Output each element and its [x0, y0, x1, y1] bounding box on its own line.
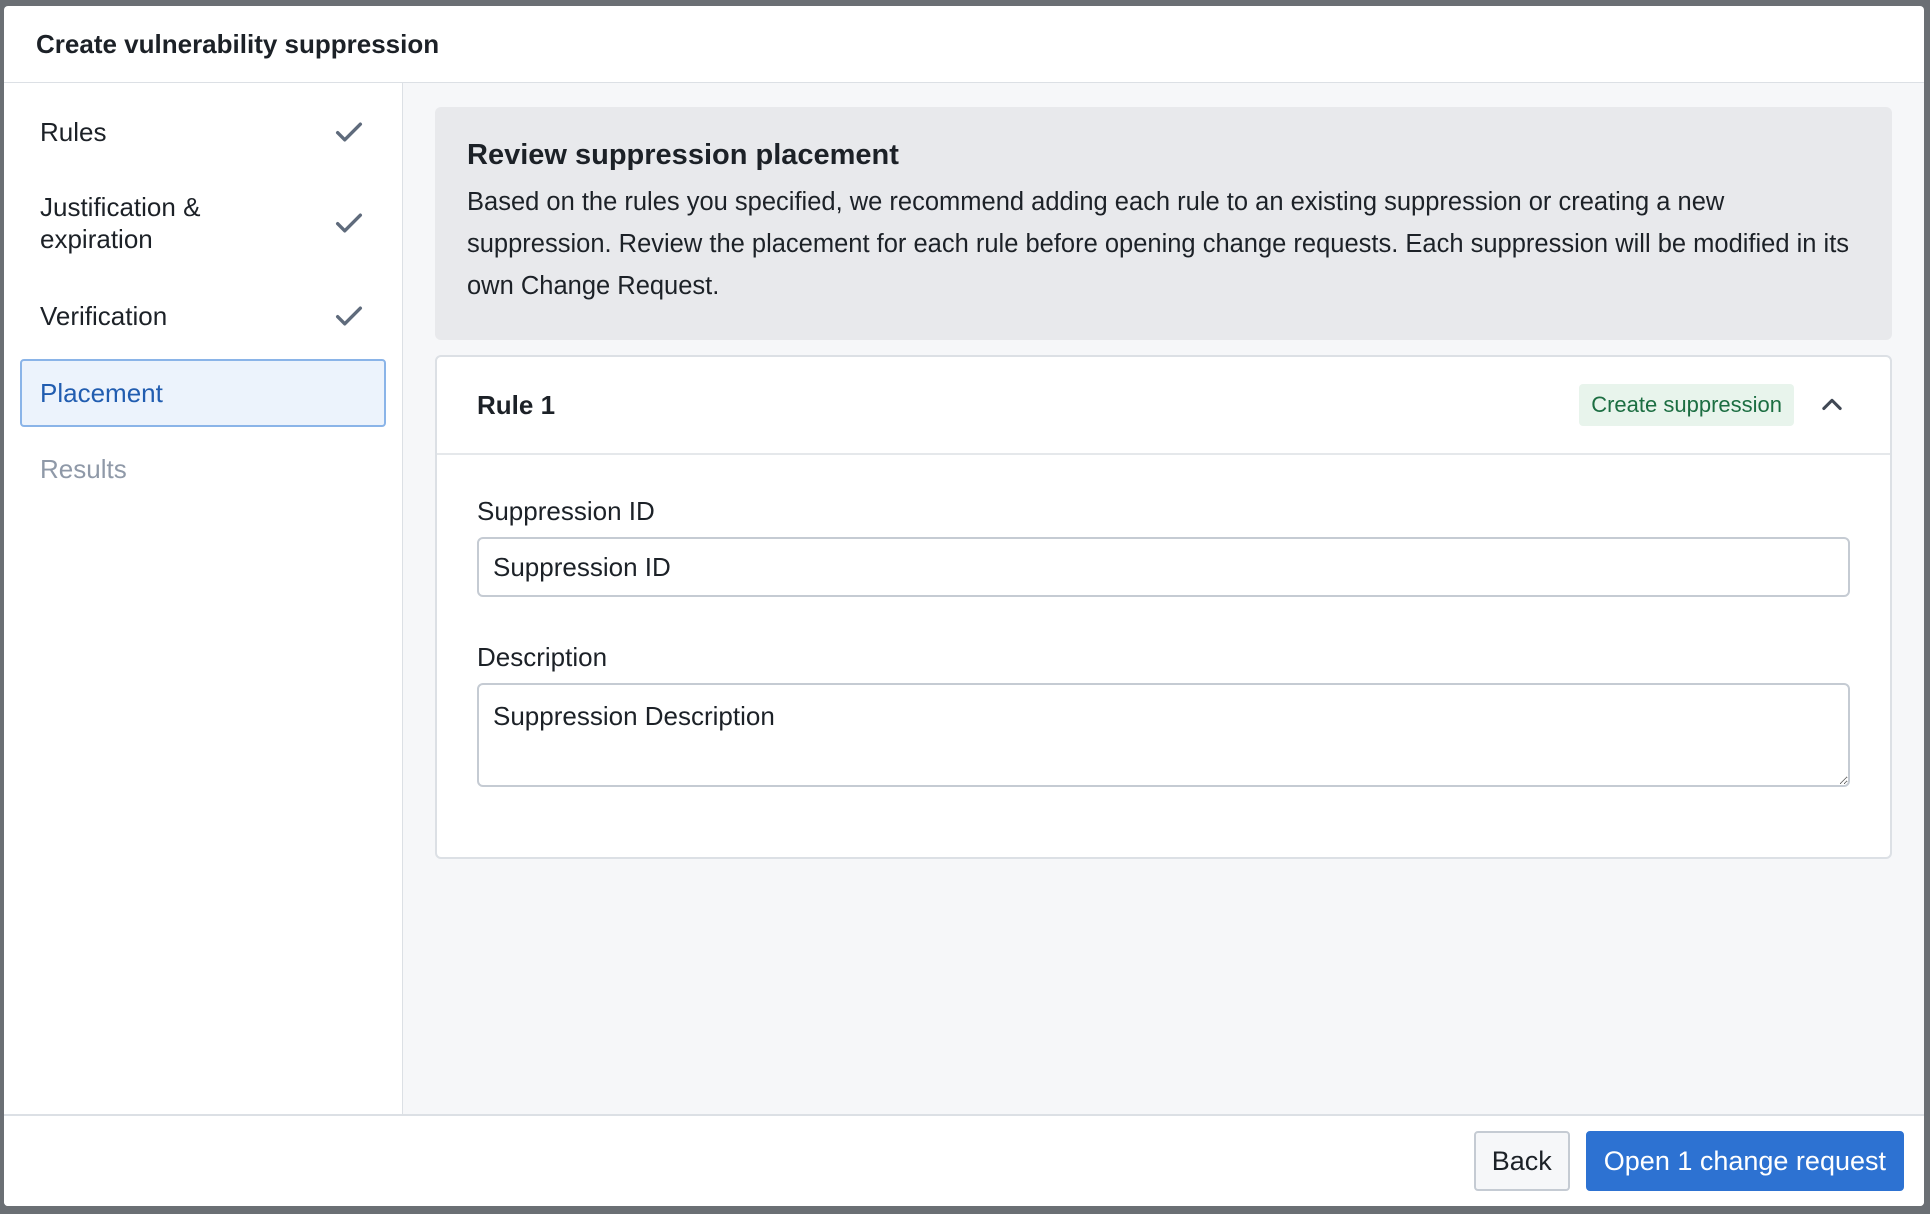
callout-title: Review suppression placement — [467, 139, 899, 171]
step-label: Verification — [40, 301, 168, 331]
dialog-header: Create vulnerability suppression — [4, 6, 1924, 83]
callout-text: Based on the rules you specified, we rec… — [467, 188, 1850, 300]
step-placement[interactable]: Placement — [20, 359, 386, 427]
check-icon — [335, 213, 363, 233]
review-callout: Review suppression placement Based on th… — [435, 107, 1892, 340]
suppression-id-input[interactable] — [477, 537, 1850, 597]
chevron-up-icon — [1822, 398, 1842, 411]
description-textarea[interactable] — [477, 683, 1850, 787]
dialog-body: Rules Justification & expiration Verific… — [4, 83, 1924, 1114]
step-justification-expiration[interactable]: Justification & expiration — [20, 167, 386, 279]
open-change-request-button[interactable]: Open 1 change request — [1585, 1131, 1904, 1191]
step-label: Rules — [40, 117, 107, 147]
step-results: Results — [20, 427, 386, 511]
step-label: Placement — [40, 378, 163, 408]
back-button[interactable]: Back — [1473, 1131, 1570, 1191]
dialog-title: Create vulnerability suppression — [36, 28, 440, 59]
wizard-steps: Rules Justification & expiration Verific… — [4, 83, 403, 1114]
rule-header-actions: Create suppression — [1579, 384, 1852, 426]
rule-title: Rule 1 — [477, 389, 556, 420]
step-verification[interactable]: Verification — [20, 279, 386, 353]
create-suppression-dialog: Create vulnerability suppression Rules J… — [4, 6, 1924, 1206]
create-suppression-tag: Create suppression — [1579, 384, 1794, 426]
placement-content: Review suppression placement Based on th… — [403, 83, 1924, 1114]
rule-card-body: Suppression ID Description — [437, 455, 1890, 792]
suppression-id-label: Suppression ID — [477, 496, 655, 526]
check-icon — [335, 306, 363, 326]
dialog-footer: Back Open 1 change request — [4, 1114, 1924, 1206]
rule-card: Rule 1 Create suppression Suppression ID… — [435, 355, 1892, 859]
collapse-button[interactable] — [1812, 385, 1852, 425]
rule-card-header[interactable]: Rule 1 Create suppression — [437, 357, 1890, 455]
step-label: Justification & expiration — [40, 192, 201, 254]
step-label: Results — [40, 454, 127, 484]
description-label: Description — [477, 642, 608, 672]
check-icon — [335, 122, 363, 142]
step-rules[interactable]: Rules — [20, 97, 386, 167]
